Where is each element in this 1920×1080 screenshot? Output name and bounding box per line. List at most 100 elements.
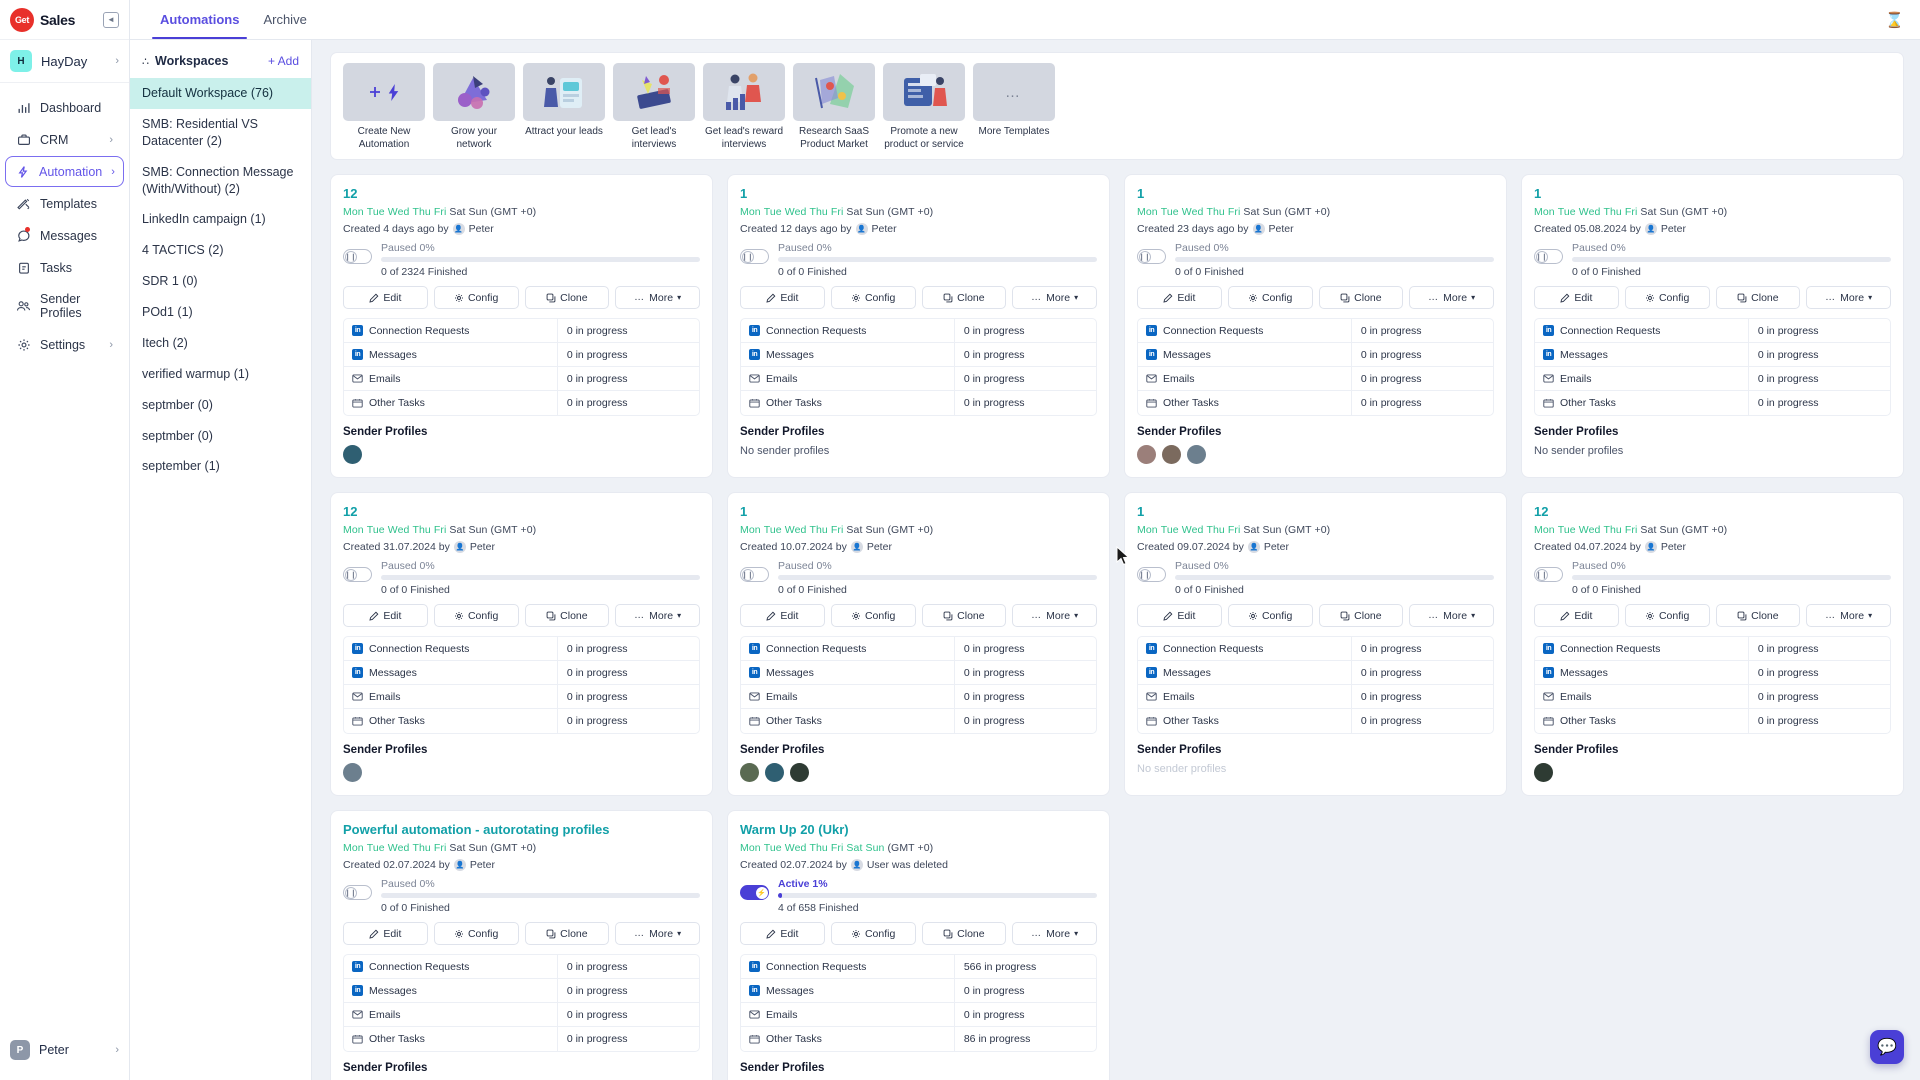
automation-toggle[interactable]: ⚡	[740, 885, 769, 900]
template-card-research-saas-product-market[interactable]: Research SaaS Product Market	[793, 63, 875, 151]
template-card-get-lead-s-interviews[interactable]: Get lead's interviews	[613, 63, 695, 151]
config-button[interactable]: Config	[1227, 604, 1313, 627]
workspace-list-item[interactable]: LinkedIn campaign (1)	[130, 204, 311, 235]
more-button[interactable]: … More ▾	[1012, 286, 1097, 309]
more-button[interactable]: … More ▾	[1806, 286, 1891, 309]
workspace-list-item[interactable]: SMB: Residential VS Datacenter (2)	[130, 109, 311, 157]
automation-toggle[interactable]: ❙❙	[740, 249, 769, 264]
avatar[interactable]	[1187, 445, 1206, 464]
automation-card[interactable]: 12 Mon Tue Wed Thu Fri Sat Sun (GMT +0) Created 3…	[330, 492, 713, 796]
edit-button[interactable]: Edit	[343, 922, 428, 945]
edit-button[interactable]: Edit	[740, 286, 825, 309]
sidebar-item-settings[interactable]: Settings ›	[6, 329, 123, 360]
config-button[interactable]: Config	[433, 286, 519, 309]
config-button[interactable]: Config	[830, 922, 916, 945]
workspace-list-item[interactable]: september (1)	[130, 451, 311, 482]
automation-card[interactable]: 1 Mon Tue Wed Thu Fri Sat Sun (GMT +0) Created 12…	[727, 174, 1110, 478]
sidebar-item-tasks[interactable]: Tasks	[6, 252, 123, 283]
edit-button[interactable]: Edit	[1534, 286, 1619, 309]
avatar[interactable]	[740, 763, 759, 782]
config-button[interactable]: Config	[433, 922, 519, 945]
add-workspace-button[interactable]: + Add	[268, 54, 299, 68]
automation-toggle[interactable]: ❙❙	[1534, 567, 1563, 582]
edit-button[interactable]: Edit	[740, 604, 825, 627]
clone-button[interactable]: Clone	[1318, 604, 1404, 627]
automation-toggle[interactable]: ❙❙	[343, 249, 372, 264]
avatar[interactable]	[1534, 763, 1553, 782]
workspace-list-item[interactable]: septmber (0)	[130, 421, 311, 452]
hourglass-icon[interactable]: ⌛	[1885, 11, 1904, 29]
more-button[interactable]: … More ▾	[1806, 604, 1891, 627]
config-button[interactable]: Config	[1624, 286, 1710, 309]
automation-card[interactable]: 1 Mon Tue Wed Thu Fri Sat Sun (GMT +0) Created 09…	[1124, 492, 1507, 796]
clone-button[interactable]: Clone	[1715, 604, 1801, 627]
workspace-list-item[interactable]: 4 TACTICS (2)	[130, 235, 311, 266]
avatar[interactable]	[765, 763, 784, 782]
avatar[interactable]	[343, 445, 362, 464]
config-button[interactable]: Config	[830, 286, 916, 309]
avatar[interactable]	[1162, 445, 1181, 464]
automation-card[interactable]: 1 Mon Tue Wed Thu Fri Sat Sun (GMT +0) Created 23…	[1124, 174, 1507, 478]
automation-card[interactable]: 12 Mon Tue Wed Thu Fri Sat Sun (GMT +0) Created 4…	[330, 174, 713, 478]
edit-button[interactable]: Edit	[343, 604, 428, 627]
user-menu[interactable]: P Peter ›	[0, 1026, 129, 1080]
automation-toggle[interactable]: ❙❙	[1534, 249, 1563, 264]
avatar[interactable]	[790, 763, 809, 782]
clone-button[interactable]: Clone	[1715, 286, 1801, 309]
config-button[interactable]: Config	[830, 604, 916, 627]
template-card-grow-your-network[interactable]: Grow your network	[433, 63, 515, 151]
sidebar-item-messages[interactable]: Messages	[6, 220, 123, 251]
template-card-get-lead-s-reward-interviews[interactable]: Get lead's reward interviews	[703, 63, 785, 151]
automation-card[interactable]: 1 Mon Tue Wed Thu Fri Sat Sun (GMT +0) Created 05…	[1521, 174, 1904, 478]
more-button[interactable]: … More ▾	[1409, 604, 1494, 627]
automation-card[interactable]: Warm Up 20 (Ukr) Mon Tue Wed Thu Fri Sat Sun (GM…	[727, 810, 1110, 1080]
sidebar-item-dashboard[interactable]: Dashboard	[6, 92, 123, 123]
more-button[interactable]: … More ▾	[615, 922, 700, 945]
clone-button[interactable]: Clone	[524, 286, 610, 309]
more-button[interactable]: … More ▾	[615, 604, 700, 627]
workspace-list-item[interactable]: SDR 1 (0)	[130, 266, 311, 297]
avatar[interactable]	[1137, 445, 1156, 464]
automation-card[interactable]: 1 Mon Tue Wed Thu Fri Sat Sun (GMT +0) Created 10…	[727, 492, 1110, 796]
collapse-panel-icon[interactable]: ◄	[103, 11, 119, 28]
workspace-list-item[interactable]: verified warmup (1)	[130, 359, 311, 390]
more-button[interactable]: … More ▾	[1409, 286, 1494, 309]
tab-automations[interactable]: Automations	[148, 0, 251, 39]
more-button[interactable]: … More ▾	[615, 286, 700, 309]
config-button[interactable]: Config	[1624, 604, 1710, 627]
workspace-list-item[interactable]: Default Workspace (76)	[130, 78, 311, 109]
avatar[interactable]	[343, 763, 362, 782]
workspace-list-item[interactable]: SMB: Connection Message (With/Without) (…	[130, 157, 311, 205]
edit-button[interactable]: Edit	[1534, 604, 1619, 627]
workspace-switcher[interactable]: H HayDay ›	[0, 40, 129, 83]
config-button[interactable]: Config	[433, 604, 519, 627]
automation-toggle[interactable]: ❙❙	[343, 885, 372, 900]
edit-button[interactable]: Edit	[1137, 604, 1222, 627]
clone-button[interactable]: Clone	[921, 604, 1007, 627]
edit-button[interactable]: Edit	[1137, 286, 1222, 309]
chat-bubble-icon[interactable]: 💬	[1870, 1030, 1904, 1064]
template-card-create-new-automation[interactable]: Create New Automation	[343, 63, 425, 151]
edit-button[interactable]: Edit	[740, 922, 825, 945]
sidebar-item-crm[interactable]: CRM ›	[6, 124, 123, 155]
automation-card[interactable]: Powerful automation - autorotating profi…	[330, 810, 713, 1080]
template-card-promote-a-new-product-or-service[interactable]: Promote a new product or service	[883, 63, 965, 151]
config-button[interactable]: Config	[1227, 286, 1313, 309]
more-button[interactable]: … More ▾	[1012, 604, 1097, 627]
clone-button[interactable]: Clone	[1318, 286, 1404, 309]
clone-button[interactable]: Clone	[921, 286, 1007, 309]
tab-archive[interactable]: Archive	[251, 0, 318, 39]
workspace-list-item[interactable]: POd1 (1)	[130, 297, 311, 328]
workspace-list-item[interactable]: Itech (2)	[130, 328, 311, 359]
automation-toggle[interactable]: ❙❙	[1137, 249, 1166, 264]
clone-button[interactable]: Clone	[524, 922, 610, 945]
automation-toggle[interactable]: ❙❙	[343, 567, 372, 582]
template-card-more-templates[interactable]: … More Templates	[973, 63, 1055, 151]
edit-button[interactable]: Edit	[343, 286, 428, 309]
more-button[interactable]: … More ▾	[1012, 922, 1097, 945]
automation-toggle[interactable]: ❙❙	[1137, 567, 1166, 582]
clone-button[interactable]: Clone	[524, 604, 610, 627]
clone-button[interactable]: Clone	[921, 922, 1007, 945]
template-card-attract-your-leads[interactable]: Attract your leads	[523, 63, 605, 151]
workspace-list-item[interactable]: septmber (0)	[130, 390, 311, 421]
